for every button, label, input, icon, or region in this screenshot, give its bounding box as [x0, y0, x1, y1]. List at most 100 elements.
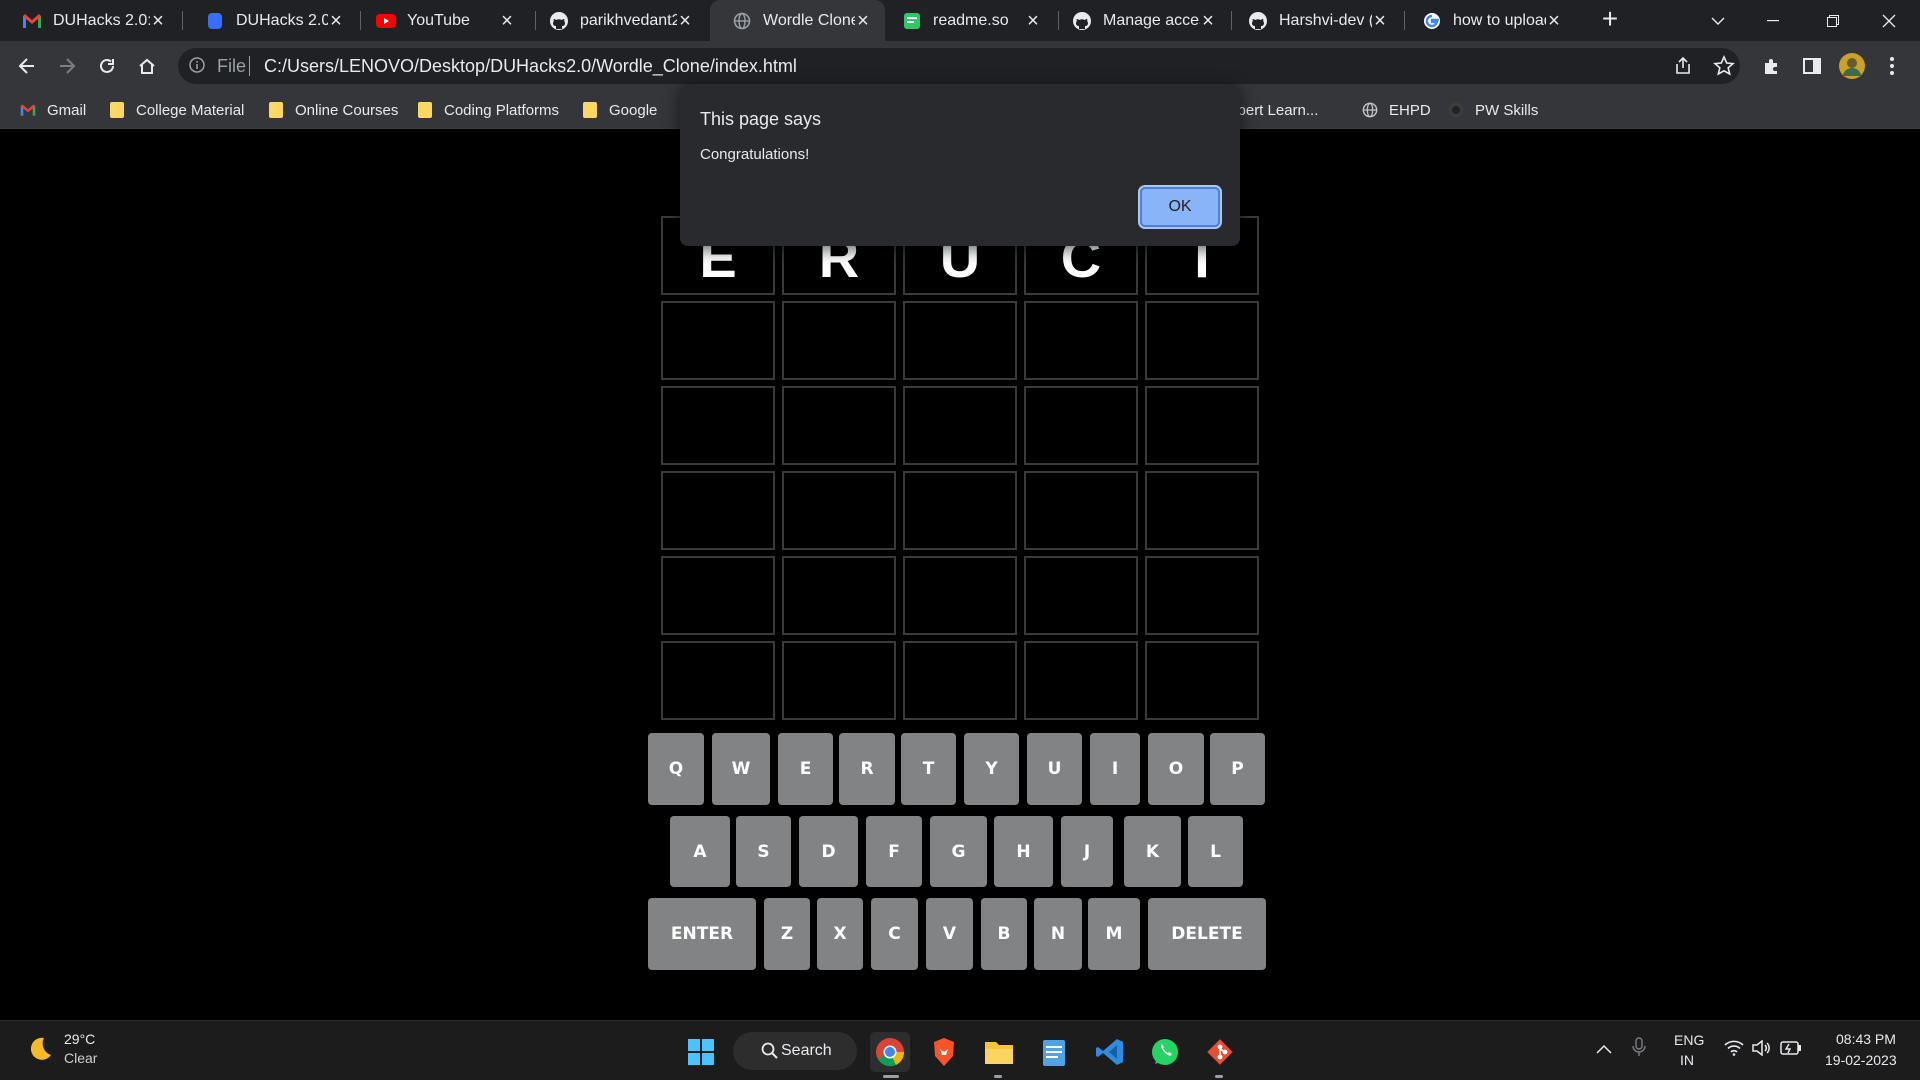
speaker-icon[interactable] — [1752, 1039, 1772, 1061]
close-icon[interactable]: × — [1025, 11, 1041, 31]
bookmark-gmail[interactable]: Gmail — [20, 91, 86, 129]
new-tab-button[interactable]: + — [1596, 5, 1624, 34]
search-icon — [761, 1042, 778, 1064]
tab-duhacks-home[interactable]: DUHacks 2.0: Home × — [0, 0, 180, 41]
close-icon[interactable]: × — [677, 11, 693, 31]
bookmark-pw-skills[interactable]: PW Skills — [1448, 91, 1538, 129]
reload-icon[interactable] — [90, 49, 124, 83]
address-bar[interactable]: File C:/Users/LENOVO/Desktop/DUHacks2.0/… — [178, 48, 1740, 84]
key-m[interactable]: M — [1088, 898, 1140, 970]
home-icon[interactable] — [130, 49, 164, 83]
key-enter[interactable]: ENTER — [648, 898, 756, 970]
tab-github-harshvi[interactable]: Harshvi-dev (Harshvi) × — [1226, 0, 1402, 41]
microphone-icon[interactable] — [1632, 1037, 1646, 1062]
key-v[interactable]: V — [926, 898, 973, 970]
kebab-menu-icon[interactable] — [1875, 49, 1909, 83]
ok-button[interactable]: OK — [1138, 185, 1222, 229]
notepad-icon[interactable] — [1034, 1032, 1074, 1072]
key-y[interactable]: Y — [964, 733, 1019, 805]
key-b[interactable]: B — [981, 898, 1027, 970]
youtube-icon — [376, 11, 396, 31]
restore-button[interactable] — [1810, 0, 1856, 41]
bookmark-college-material[interactable]: College Material — [109, 91, 244, 129]
url-text[interactable]: C:/Users/LENOVO/Desktop/DUHacks2.0/Wordl… — [264, 56, 797, 77]
key-t[interactable]: T — [901, 733, 956, 805]
info-icon[interactable] — [188, 56, 206, 79]
key-q[interactable]: Q — [648, 733, 704, 805]
tab-search-button[interactable] — [1695, 0, 1741, 41]
share-icon[interactable] — [1673, 56, 1693, 81]
tab-github-parikh[interactable]: parikhvedant2 × — [527, 0, 707, 41]
profile-avatar[interactable] — [1835, 49, 1869, 83]
side-panel-icon[interactable] — [1795, 49, 1829, 83]
language-eng[interactable]: ENG — [1674, 1032, 1704, 1048]
close-icon[interactable]: × — [328, 11, 344, 31]
back-arrow-icon[interactable] — [10, 49, 44, 83]
key-r[interactable]: R — [839, 733, 895, 805]
key-w[interactable]: W — [712, 733, 770, 805]
dialog-message: Congratulations! — [700, 146, 810, 163]
weather-temp[interactable]: 29°C — [64, 1031, 95, 1047]
key-d[interactable]: D — [799, 816, 858, 887]
bookmark-online-courses[interactable]: Online Courses — [268, 91, 398, 129]
board-tile — [782, 301, 896, 380]
vscode-icon[interactable] — [1090, 1032, 1130, 1072]
forward-arrow-icon[interactable] — [50, 49, 84, 83]
key-n[interactable]: N — [1034, 898, 1082, 970]
bookmark-star-icon[interactable] — [1713, 55, 1735, 82]
key-i[interactable]: I — [1090, 733, 1140, 805]
file-explorer-icon[interactable] — [979, 1032, 1019, 1072]
windows-start-icon[interactable] — [681, 1032, 721, 1072]
clock-date[interactable]: 19-02-2023 — [1825, 1052, 1897, 1068]
key-c[interactable]: C — [871, 898, 918, 970]
whatsapp-icon[interactable] — [1145, 1032, 1185, 1072]
close-window-button[interactable] — [1866, 0, 1912, 41]
key-k[interactable]: K — [1124, 816, 1181, 887]
close-icon[interactable]: × — [150, 11, 166, 31]
key-a[interactable]: A — [670, 816, 730, 887]
close-icon[interactable]: × — [1372, 11, 1388, 31]
moon-weather-icon[interactable] — [24, 1034, 54, 1069]
github-icon — [1248, 11, 1268, 31]
key-g[interactable]: G — [930, 816, 987, 887]
board-tile — [903, 471, 1017, 550]
git-icon[interactable] — [1200, 1032, 1240, 1072]
key-x[interactable]: X — [817, 898, 863, 970]
key-f[interactable]: F — [866, 816, 922, 887]
key-p[interactable]: P — [1210, 733, 1265, 805]
key-o[interactable]: O — [1148, 733, 1204, 805]
key-delete[interactable]: DELETE — [1148, 898, 1266, 970]
close-icon[interactable]: × — [1546, 11, 1562, 31]
key-e[interactable]: E — [778, 733, 833, 805]
key-j[interactable]: J — [1061, 816, 1113, 887]
tab-readme-so[interactable]: readme.so × — [880, 0, 1055, 41]
tab-duhacks-dashboard[interactable]: DUHacks 2.0: Dashboard × — [183, 0, 358, 41]
bookmark-google[interactable]: Google — [582, 91, 657, 129]
tab-youtube[interactable]: YouTube × — [354, 0, 529, 41]
extensions-puzzle-icon[interactable] — [1755, 49, 1789, 83]
clock-time[interactable]: 08:43 PM — [1836, 1031, 1896, 1047]
board-tile — [1145, 556, 1259, 635]
key-h[interactable]: H — [994, 816, 1053, 887]
taskbar-search[interactable]: Search — [733, 1032, 857, 1070]
tab-github-manage-access[interactable]: Manage access × — [1050, 0, 1230, 41]
bookmark-ehpd[interactable]: EHPD — [1362, 91, 1431, 129]
key-l[interactable]: L — [1188, 816, 1243, 887]
key-z[interactable]: Z — [764, 898, 810, 970]
wifi-icon[interactable] — [1724, 1040, 1744, 1061]
close-icon[interactable]: × — [855, 11, 871, 31]
tab-wordle-clone[interactable]: Wordle Clone × — [710, 0, 885, 41]
battery-icon[interactable] — [1780, 1041, 1802, 1060]
key-u[interactable]: U — [1027, 733, 1082, 805]
minimize-button[interactable] — [1750, 0, 1796, 41]
key-s[interactable]: S — [736, 816, 791, 887]
close-icon[interactable]: × — [1200, 11, 1216, 31]
brave-icon[interactable] — [924, 1032, 964, 1072]
chevron-up-icon[interactable] — [1596, 1041, 1612, 1059]
chrome-icon[interactable] — [870, 1032, 910, 1072]
language-region[interactable]: IN — [1680, 1052, 1694, 1068]
tab-google-search[interactable]: how to upload × — [1400, 0, 1576, 41]
close-icon[interactable]: × — [499, 11, 515, 31]
bookmark-coding-platforms[interactable]: Coding Platforms — [417, 91, 559, 129]
weather-condition[interactable]: Clear — [64, 1050, 97, 1066]
